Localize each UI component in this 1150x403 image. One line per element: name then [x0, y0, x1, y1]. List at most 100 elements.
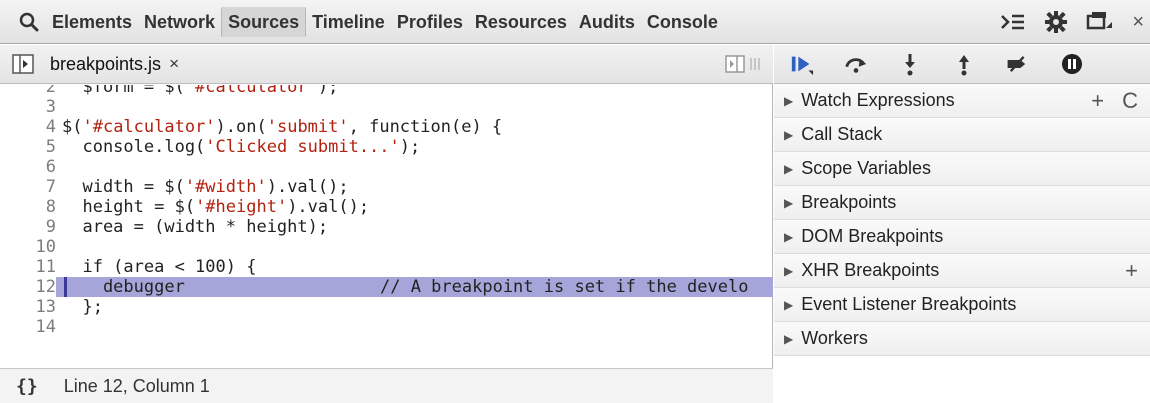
tab-sources[interactable]: Sources [221, 6, 307, 37]
resume-icon[interactable] [790, 52, 814, 76]
close-icon[interactable]: × [1132, 11, 1144, 34]
tab-resources[interactable]: Resources [469, 7, 573, 37]
code-line[interactable]: 13 }; [0, 297, 773, 317]
line-number[interactable]: 3 [0, 97, 56, 117]
tab-timeline[interactable]: Timeline [306, 7, 391, 37]
debugger-controls [774, 45, 1150, 84]
pane-label: DOM Breakpoints [801, 226, 944, 246]
line-number[interactable]: 13 [0, 297, 56, 317]
search-icon[interactable] [12, 0, 46, 44]
line-number[interactable]: 10 [0, 237, 56, 257]
sidebar-panes: ▶ Watch Expressions + C ▶ Call Stack ▶ Scope Va… [774, 84, 1150, 356]
code-text: $form = $('#calculator'); [62, 85, 338, 97]
refresh-icon[interactable]: C [1122, 88, 1138, 114]
pane-label: Scope Variables [801, 158, 931, 178]
pane-xhr-breakpoints[interactable]: ▶ XHR Breakpoints + [774, 254, 1150, 288]
tab-console[interactable]: Console [641, 7, 724, 37]
step-out-icon[interactable] [952, 52, 976, 76]
line-number[interactable]: 14 [0, 317, 56, 337]
panel-tabs: Elements Network Sources Timeline Profiles Re… [46, 0, 724, 44]
expand-triangle-icon[interactable]: ▶ [784, 162, 793, 176]
pretty-print-button[interactable]: {} [16, 376, 38, 397]
code-line[interactable]: 10 [0, 237, 773, 257]
expand-triangle-icon[interactable]: ▶ [784, 264, 793, 278]
code-text: area = (width * height); [62, 217, 329, 237]
code-text: debugger [62, 277, 185, 297]
code-line[interactable]: 9 area = (width * height); [0, 217, 773, 237]
code-line[interactable]: 4 $('#calculator').on('submit', function(… [0, 117, 773, 137]
pane-workers[interactable]: ▶ Workers [774, 322, 1150, 356]
expand-triangle-icon[interactable]: ▶ [784, 298, 793, 312]
editor-status-bar: {} Line 12, Column 1 [0, 368, 773, 403]
step-over-icon[interactable] [844, 52, 868, 76]
gear-icon[interactable] [1044, 10, 1068, 34]
code-comment: // A breakpoint is set if the develo [380, 277, 749, 297]
string-literal: '#height' [195, 197, 288, 217]
code-text: if (area < 100) { [62, 257, 257, 277]
code-line[interactable]: 5 console.log('Clicked submit...'); [0, 137, 773, 157]
line-number[interactable]: 4 [0, 117, 56, 137]
line-number[interactable]: 2 [0, 85, 56, 97]
source-editor: breakpoints.js × 2 $form = $('#calculato… [0, 45, 773, 403]
line-number[interactable]: 7 [0, 177, 56, 197]
pane-call-stack[interactable]: ▶ Call Stack [774, 118, 1150, 152]
expand-triangle-icon[interactable]: ▶ [784, 196, 793, 210]
cursor-position: Line 12, Column 1 [63, 375, 210, 396]
code-line[interactable]: 14 [0, 317, 773, 337]
expand-triangle-icon[interactable]: ▶ [784, 230, 793, 244]
string-literal: '#calculator' [82, 117, 216, 137]
debugger-toggle-icon[interactable] [725, 54, 765, 74]
pane-scope-variables[interactable]: ▶ Scope Variables [774, 152, 1150, 186]
code-line[interactable]: 8 height = $('#height').val(); [0, 197, 773, 217]
code-line[interactable]: 6 [0, 157, 773, 177]
tab-audits[interactable]: Audits [573, 7, 641, 37]
pane-dom-breakpoints[interactable]: ▶ DOM Breakpoints [774, 220, 1150, 254]
file-tab[interactable]: breakpoints.js × [50, 54, 179, 75]
pane-breakpoints[interactable]: ▶ Breakpoints [774, 186, 1150, 220]
code-text: height = $('#height').val(); [62, 197, 370, 217]
file-tab-bar: breakpoints.js × [0, 45, 773, 84]
breakpoint-line[interactable]: 12 debugger // A breakpoint is set if the… [0, 277, 773, 297]
drawer-icon[interactable] [1000, 12, 1026, 32]
tab-profiles[interactable]: Profiles [391, 7, 469, 37]
pane-actions: + C [1091, 84, 1138, 118]
string-literal: 'submit' [266, 117, 349, 137]
file-tab-name: breakpoints.js [50, 53, 162, 74]
devtools-toolbar: Elements Network Sources Timeline Profiles Re… [0, 0, 1150, 44]
pane-label: Workers [801, 328, 868, 348]
code-area[interactable]: 2 $form = $('#calculator'); 3 4 $('#calcula… [0, 85, 773, 368]
pane-label: Call Stack [801, 124, 883, 144]
debugger-sidebar: ▶ Watch Expressions + C ▶ Call Stack ▶ Scope Va… [774, 45, 1150, 403]
string-literal: 'Clicked submit...' [205, 137, 400, 157]
tab-elements[interactable]: Elements [46, 7, 138, 37]
code-text: $('#calculator').on('submit', function(e… [62, 117, 503, 137]
dock-icon[interactable] [1086, 10, 1114, 34]
code-line[interactable]: 2 $form = $('#calculator'); [0, 85, 773, 97]
line-number[interactable]: 12 [0, 277, 56, 297]
code-text: console.log('Clicked submit...'); [62, 137, 421, 157]
file-tab-close-icon[interactable]: × [169, 54, 179, 74]
pane-watch-expressions[interactable]: ▶ Watch Expressions + C [774, 84, 1150, 118]
line-number[interactable]: 6 [0, 157, 56, 177]
pane-label: XHR Breakpoints [801, 260, 940, 280]
step-into-icon[interactable] [898, 52, 922, 76]
add-icon[interactable]: + [1125, 258, 1138, 284]
expand-triangle-icon[interactable]: ▶ [784, 94, 793, 108]
line-number[interactable]: 9 [0, 217, 56, 237]
pane-label: Event Listener Breakpoints [801, 294, 1017, 314]
deactivate-breakpoints-icon[interactable] [1006, 52, 1030, 76]
expand-triangle-icon[interactable]: ▶ [784, 128, 793, 142]
add-icon[interactable]: + [1091, 88, 1104, 114]
line-number[interactable]: 11 [0, 257, 56, 277]
code-line[interactable]: 7 width = $('#width').val(); [0, 177, 773, 197]
pane-event-listener-breakpoints[interactable]: ▶ Event Listener Breakpoints [774, 288, 1150, 322]
tab-network[interactable]: Network [138, 7, 221, 37]
pause-on-exceptions-icon[interactable] [1060, 52, 1084, 76]
code-line[interactable]: 11 if (area < 100) { [0, 257, 773, 277]
navigator-toggle-icon[interactable] [12, 54, 34, 74]
code-line[interactable]: 3 [0, 97, 773, 117]
line-number[interactable]: 5 [0, 137, 56, 157]
expand-triangle-icon[interactable]: ▶ [784, 332, 793, 346]
line-number[interactable]: 8 [0, 197, 56, 217]
pane-label: Breakpoints [801, 192, 897, 212]
